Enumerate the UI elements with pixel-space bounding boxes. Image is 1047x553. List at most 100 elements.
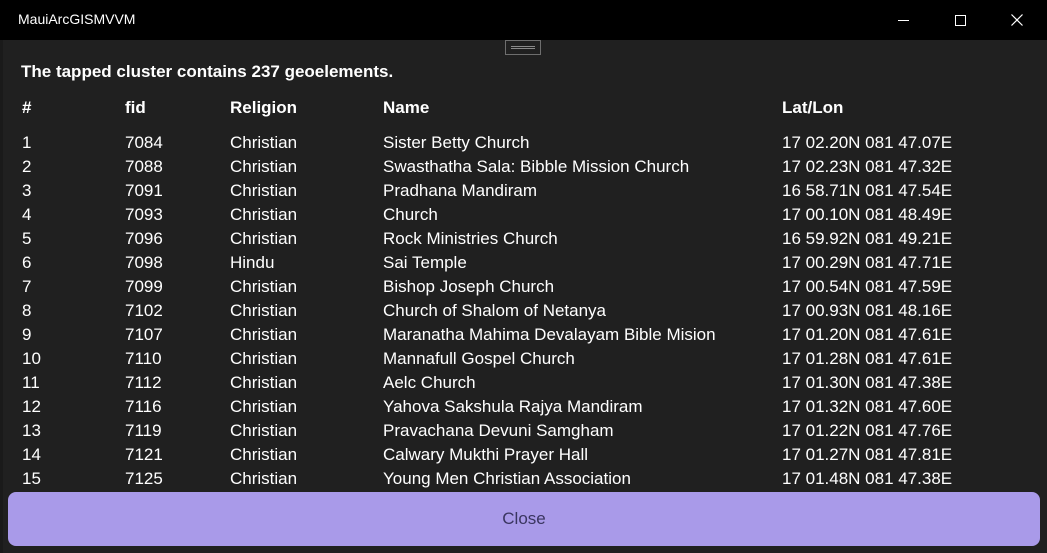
table-row[interactable]: 12 7116 Christian Yahova Sakshula Rajya Man… (0, 395, 1047, 419)
cell-index: 10 (22, 349, 41, 368)
cell-fid: 7112 (125, 373, 162, 392)
cell-religion: Hindu (230, 253, 275, 272)
cell-name: Pravachana Devuni Samgham (383, 421, 614, 440)
cell-latlon: 17 01.32N 081 47.60E (782, 397, 953, 416)
cell-fid: 7121 (125, 445, 163, 464)
cell-index: 5 (22, 229, 32, 248)
cell-latlon: 17 00.10N 081 48.49E (782, 205, 953, 224)
cell-fid: 7107 (125, 325, 163, 344)
cell-latlon: 17 01.27N 081 47.81E (782, 445, 953, 464)
table-row[interactable]: 4 7093 Christian Church 17 00.10N 081 48.49E (0, 203, 1047, 227)
maximize-button[interactable] (937, 0, 983, 40)
table-row[interactable]: 7 7099 Christian Bishop Joseph Church 17 00.… (0, 275, 1047, 299)
cell-fid: 7091 (125, 181, 163, 200)
close-button[interactable]: Close (8, 492, 1040, 546)
cell-religion: Christian (230, 445, 298, 464)
cell-name: Church of Shalom of Netanya (383, 301, 607, 320)
cell-name: Mannafull Gospel Church (383, 349, 575, 368)
cell-latlon: 17 01.22N 081 47.76E (782, 421, 953, 440)
cell-latlon: 17 02.23N 081 47.32E (782, 157, 953, 176)
cell-fid: 7125 (125, 469, 163, 488)
cell-fid: 7099 (125, 277, 163, 296)
cell-fid: 7102 (125, 301, 163, 320)
results-table[interactable]: # fid Religion Name Lat/Lon 1 7084 Christi… (0, 94, 1047, 488)
cell-religion: Christian (230, 349, 298, 368)
close-icon (1011, 14, 1023, 26)
table-row[interactable]: 15 7125 Christian Young Men Christian Assoc… (0, 467, 1047, 488)
table-header: # fid Religion Name Lat/Lon (0, 94, 1047, 128)
cell-fid: 7116 (125, 397, 162, 416)
table-row[interactable]: 8 7102 Christian Church of Shalom of Netany… (0, 299, 1047, 323)
cell-index: 6 (22, 253, 32, 272)
table-row[interactable]: 1 7084 Christian Sister Betty Church 17 02.2… (0, 131, 1047, 155)
table-row[interactable]: 2 7088 Christian Swasthatha Sala: Bibble Mi… (0, 155, 1047, 179)
cell-name: Swasthatha Sala: Bibble Mission Church (383, 157, 690, 176)
column-header-latlon: Lat/Lon (782, 98, 844, 117)
cell-index: 11 (22, 373, 40, 392)
app-title: MauiArcGISMVVM (18, 11, 136, 27)
cell-index: 2 (22, 157, 32, 176)
column-header-religion: Religion (230, 98, 298, 117)
cell-latlon: 17 02.20N 081 47.07E (782, 133, 953, 152)
cell-religion: Christian (230, 181, 298, 200)
cell-fid: 7119 (125, 421, 162, 440)
cell-name: Aelc Church (383, 373, 476, 392)
cell-index: 7 (22, 277, 32, 296)
maximize-icon (954, 14, 966, 26)
table-row[interactable]: 5 7096 Christian Rock Ministries Church 16 5… (0, 227, 1047, 251)
table-row[interactable]: 9 7107 Christian Maranatha Mahima Devalayam… (0, 323, 1047, 347)
cell-name: Sai Temple (383, 253, 467, 272)
cell-index: 12 (22, 397, 41, 416)
cell-latlon: 17 01.30N 081 47.38E (782, 373, 953, 392)
cell-religion: Christian (230, 397, 298, 416)
cell-index: 13 (22, 421, 41, 440)
cell-name: Maranatha Mahima Devalayam Bible Mision (383, 325, 716, 344)
cell-latlon: 17 01.48N 081 47.38E (782, 469, 953, 488)
cell-religion: Christian (230, 373, 298, 392)
cell-religion: Christian (230, 229, 298, 248)
minimize-icon (897, 19, 909, 21)
cell-latlon: 16 58.71N 081 47.54E (782, 181, 953, 200)
minimize-button[interactable] (880, 0, 926, 40)
cluster-summary: The tapped cluster contains 237 geoeleme… (21, 62, 394, 81)
cell-religion: Christian (230, 469, 298, 488)
cell-fid: 7098 (125, 253, 163, 272)
table-row[interactable]: 6 7098 Hindu Sai Temple 17 00.29N 081 47.71E (0, 251, 1047, 275)
cell-latlon: 17 00.29N 081 47.71E (782, 253, 953, 272)
cell-index: 14 (22, 445, 41, 464)
table-row[interactable]: 14 7121 Christian Calwary Mukthi Prayer Hal… (0, 443, 1047, 467)
cell-index: 1 (22, 133, 32, 152)
cell-fid: 7096 (125, 229, 163, 248)
cell-latlon: 16 59.92N 081 49.21E (782, 229, 953, 248)
cell-name: Sister Betty Church (383, 133, 530, 152)
cell-religion: Christian (230, 157, 298, 176)
cell-religion: Christian (230, 133, 298, 152)
cell-name: Young Men Christian Association (383, 469, 631, 488)
title-bar: MauiArcGISMVVM (0, 0, 1047, 40)
table-row[interactable]: 11 7112 Christian Aelc Church 17 01.30N 081 … (0, 371, 1047, 395)
column-header-name: Name (383, 98, 430, 117)
cell-fid: 7088 (125, 157, 163, 176)
cell-religion: Christian (230, 205, 298, 224)
cell-fid: 7110 (125, 349, 162, 368)
cell-latlon: 17 00.54N 081 47.59E (782, 277, 953, 296)
cell-religion: Christian (230, 301, 298, 320)
sheet-drag-handle[interactable] (505, 40, 541, 55)
cell-name: Yahova Sakshula Rajya Mandiram (383, 397, 643, 416)
cell-religion: Christian (230, 325, 298, 344)
table-row[interactable]: 3 7091 Christian Pradhana Mandiram 16 58.71N… (0, 179, 1047, 203)
close-window-button[interactable] (994, 0, 1040, 40)
cell-name: Church (383, 205, 438, 224)
cell-latlon: 17 01.20N 081 47.61E (782, 325, 953, 344)
cell-name: Bishop Joseph Church (383, 277, 555, 296)
cell-latlon: 17 00.93N 081 48.16E (782, 301, 953, 320)
table-row[interactable]: 10 7110 Christian Mannafull Gospel Church 17… (0, 347, 1047, 371)
cell-index: 9 (22, 325, 32, 344)
table-row[interactable]: 13 7119 Christian Pravachana Devuni Samgham… (0, 419, 1047, 443)
cell-index: 15 (22, 469, 41, 488)
cell-fid: 7093 (125, 205, 163, 224)
cell-name: Calwary Mukthi Prayer Hall (383, 445, 588, 464)
cell-religion: Christian (230, 277, 298, 296)
cell-latlon: 17 01.28N 081 47.61E (782, 349, 953, 368)
cell-religion: Christian (230, 421, 298, 440)
